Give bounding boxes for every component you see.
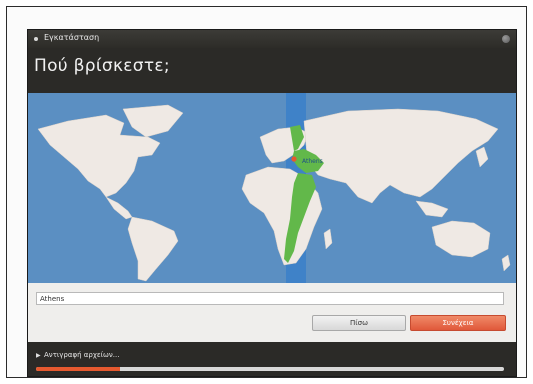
progress-bar — [36, 367, 504, 371]
page-title: Πού βρίσκεστε; — [34, 56, 170, 76]
continue-button[interactable]: Συνέχεια — [410, 315, 506, 331]
window-title: Εγκατάσταση — [44, 33, 100, 42]
progress-footer: ▶ Αντιγραφή αρχείων... — [28, 342, 516, 376]
timezone-input[interactable] — [36, 292, 504, 305]
window-menu-icon[interactable] — [34, 37, 38, 41]
progress-fill — [36, 367, 121, 371]
title-bar: Εγκατάσταση — [28, 30, 516, 48]
timezone-map[interactable]: Athens — [28, 93, 516, 283]
progress-label: Αντιγραφή αρχείων... — [44, 351, 120, 359]
back-button[interactable]: Πίσω — [312, 315, 406, 331]
world-map[interactable]: Athens — [28, 93, 516, 283]
installer-window: Εγκατάσταση Πού βρίσκεστε; Athens Athens… — [28, 30, 516, 376]
page-header: Πού βρίσκεστε; — [28, 48, 516, 93]
map-city-label: Athens — [302, 158, 323, 165]
location-pin[interactable] — [291, 156, 297, 162]
expand-arrow-icon[interactable]: ▶ — [36, 352, 41, 359]
close-icon[interactable] — [502, 35, 510, 43]
